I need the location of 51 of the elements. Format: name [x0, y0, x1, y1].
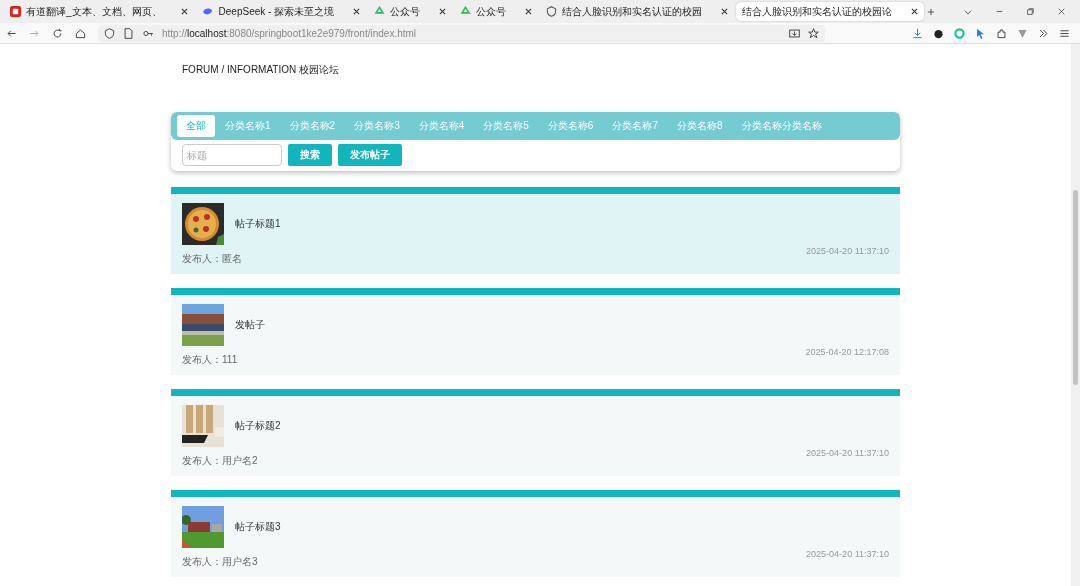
browser-tab[interactable]: 有道翻译_文本、文档、网页、 — [4, 2, 194, 21]
post-author: 发布人：用户名2 — [182, 454, 259, 468]
close-icon[interactable] — [911, 8, 919, 15]
close-icon[interactable] — [1057, 7, 1066, 16]
shield-icon — [546, 6, 558, 17]
restore-icon[interactable] — [1026, 7, 1035, 16]
overflow-icon[interactable] — [1038, 27, 1049, 39]
browser-tab[interactable]: DeepSeek - 探索未至之境 — [195, 2, 367, 21]
download-icon[interactable] — [912, 27, 923, 39]
post-title[interactable]: 帖子标题2 — [235, 419, 889, 433]
cursor-icon[interactable] — [975, 27, 986, 39]
post-author: 发布人：111 — [182, 353, 239, 367]
whale-icon — [201, 6, 214, 17]
post-author: 发布人：用户名3 — [182, 555, 259, 569]
menu-icon[interactable] — [1059, 27, 1070, 39]
post-time: 2025-04-20 12:17:08 — [805, 347, 889, 357]
star-icon[interactable] — [808, 27, 819, 39]
search-field[interactable]: 标题 — [182, 144, 282, 166]
page-icon[interactable] — [123, 27, 134, 39]
post-card[interactable]: 帖子标题2 发布人：用户名2 2025-04-20 11:37:10 — [171, 389, 900, 476]
post-time: 2025-04-20 11:37:10 — [806, 549, 889, 559]
post-time: 2025-04-20 11:37:10 — [806, 448, 889, 458]
close-icon[interactable] — [180, 8, 188, 15]
recycle-icon — [374, 6, 386, 17]
post-title[interactable]: 帖子标题3 — [235, 520, 889, 534]
shield-icon[interactable] — [104, 27, 115, 39]
home-icon[interactable] — [75, 27, 86, 39]
browser-tab[interactable]: 公众号 — [368, 2, 453, 21]
scrollbar[interactable] — [1071, 44, 1080, 586]
close-icon[interactable] — [525, 8, 533, 15]
post-card[interactable]: 发帖子 发布人：111 2025-04-20 12:17:08 — [171, 288, 900, 375]
screenshot-icon[interactable] — [789, 27, 800, 39]
browser-tab[interactable]: 公众号 — [454, 2, 539, 21]
plus-icon[interactable] — [926, 6, 937, 17]
app-logo-icon — [10, 6, 21, 17]
browser-tab[interactable]: 结合人脸识别和实名认证的校园 — [540, 2, 735, 21]
reload-icon[interactable] — [52, 27, 63, 39]
recycle-icon — [460, 6, 472, 17]
post-card[interactable]: 帖子标题3 发布人：用户名3 2025-04-20 11:37:10 — [171, 490, 900, 577]
post-author: 发布人：匿名 — [182, 252, 243, 266]
extension-icon[interactable] — [933, 27, 944, 39]
post-card[interactable]: 帖子标题1 发布人：匿名 2025-04-20 11:37:10 — [171, 187, 900, 274]
breadcrumb: FORUM / INFORMATION 校园论坛 — [182, 64, 340, 75]
post-time: 2025-04-20 11:37:10 — [806, 246, 889, 256]
post-title[interactable]: 发帖子 — [235, 318, 889, 332]
post-title[interactable]: 帖子标题1 — [235, 217, 889, 231]
close-icon[interactable] — [353, 8, 361, 15]
browser-tab[interactable]: 结合人脸识别和实名认证的校园论 — [736, 2, 925, 21]
close-icon[interactable] — [721, 8, 729, 15]
close-icon[interactable] — [439, 8, 447, 15]
back-icon[interactable] — [6, 27, 17, 39]
